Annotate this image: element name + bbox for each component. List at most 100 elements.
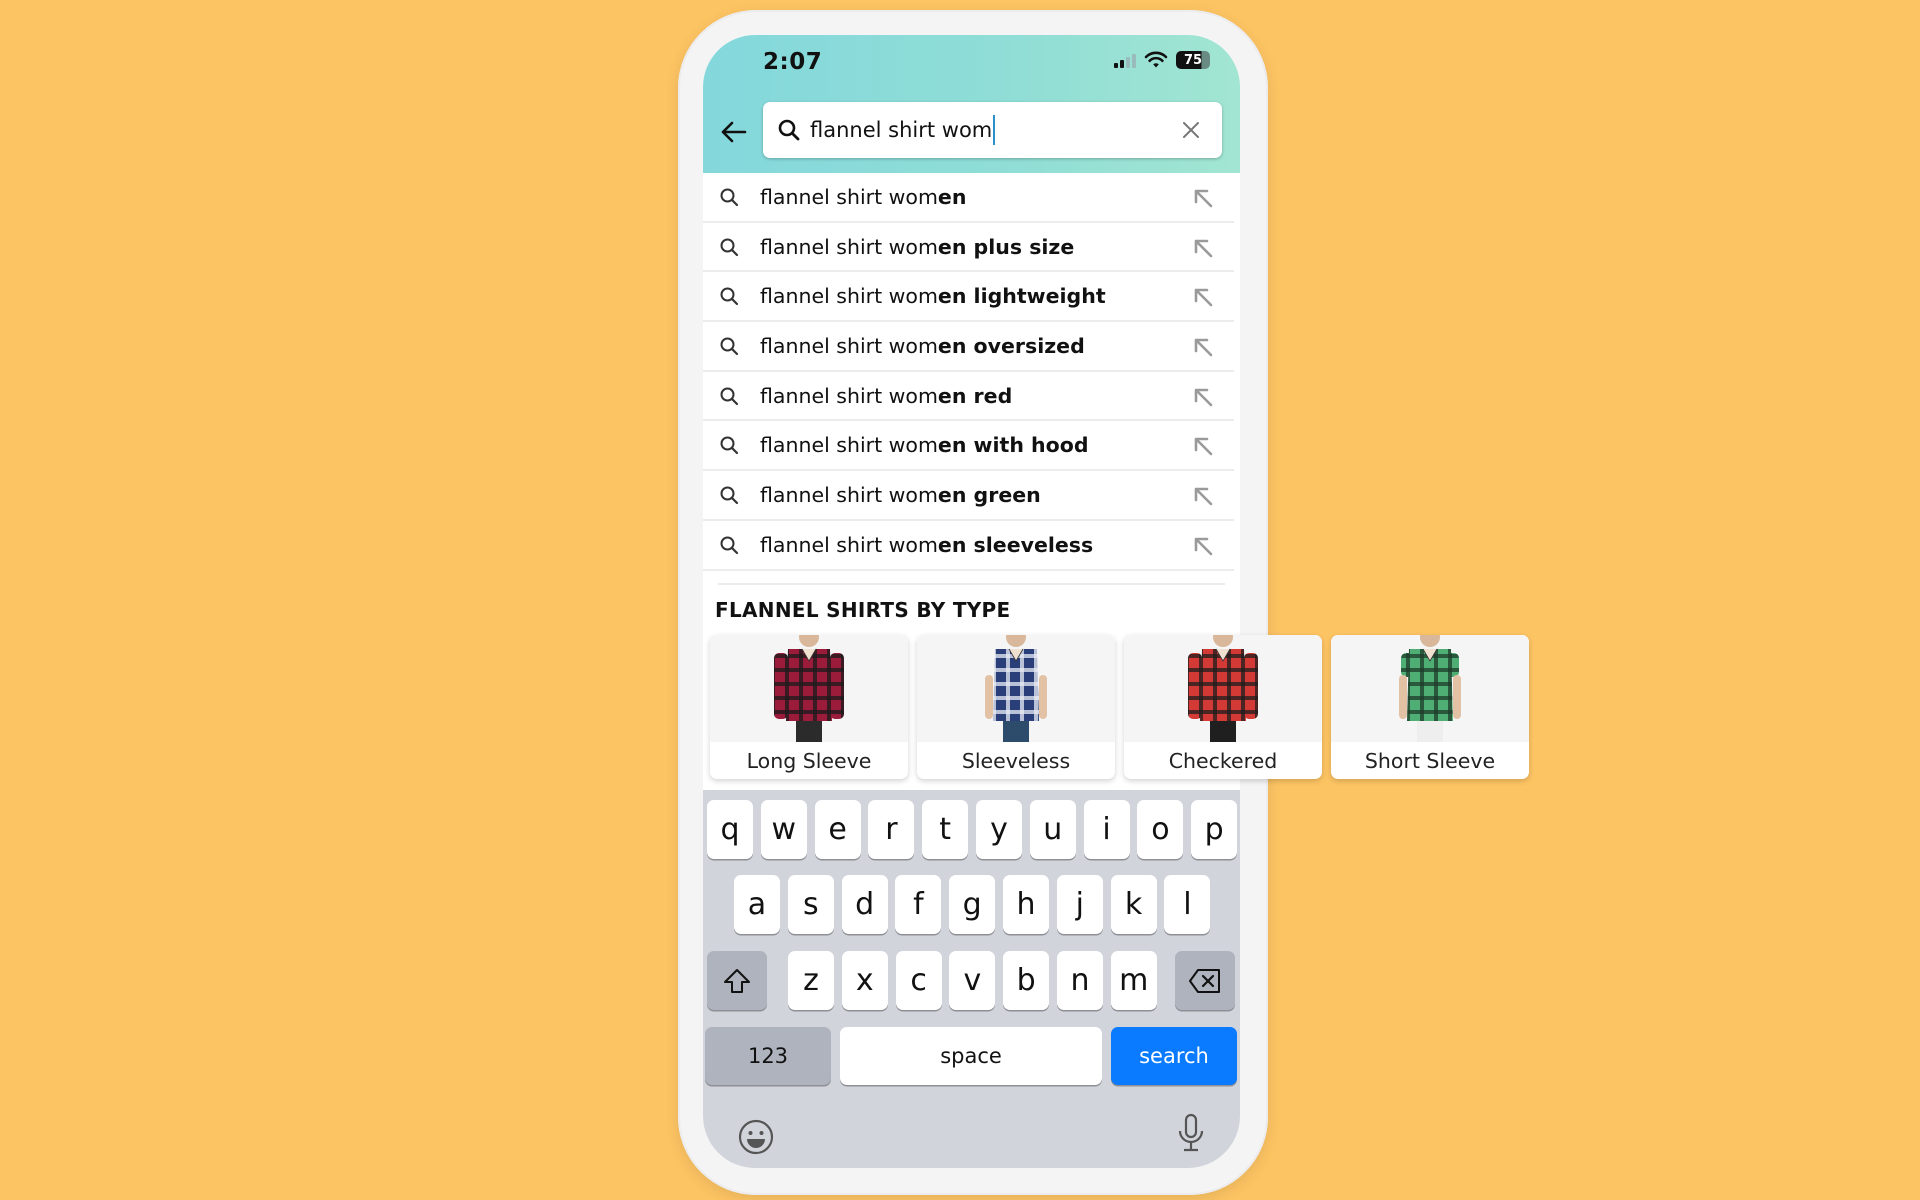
- text-caret: [993, 115, 996, 145]
- category-image: [1331, 635, 1529, 742]
- status-time: 2:07: [763, 49, 823, 75]
- section-title: FLANNEL SHIRTS BY TYPE: [715, 598, 1011, 622]
- suggestion-item[interactable]: flannel shirt women sleeveless: [703, 521, 1234, 571]
- key-p[interactable]: p: [1191, 800, 1238, 859]
- backspace-icon: [1189, 968, 1220, 993]
- suggestion-item[interactable]: flannel shirt women plus size: [703, 223, 1234, 273]
- emoji-button[interactable]: [737, 1118, 775, 1160]
- clear-search-button[interactable]: [1178, 117, 1204, 143]
- suggestion-item[interactable]: flannel shirt women with hood: [703, 421, 1234, 472]
- battery-icon: 75: [1176, 51, 1210, 69]
- key-d[interactable]: d: [841, 875, 888, 934]
- key-m[interactable]: m: [1110, 951, 1157, 1010]
- key-i[interactable]: i: [1083, 800, 1130, 859]
- key-t[interactable]: t: [922, 800, 969, 859]
- suggestion-text: flannel shirt women sleeveless: [760, 532, 1094, 557]
- suggestion-text: flannel shirt women with hood: [760, 433, 1089, 458]
- key-l[interactable]: l: [1164, 875, 1211, 934]
- key-e[interactable]: e: [814, 800, 861, 859]
- key-w[interactable]: w: [760, 800, 807, 859]
- category-card[interactable]: Short Sleeve: [1331, 635, 1529, 779]
- suggestion-item[interactable]: flannel shirt women red: [703, 372, 1234, 422]
- fill-query-arrow-icon[interactable]: [1190, 284, 1216, 310]
- cellular-signal-icon: [1114, 52, 1136, 68]
- key-z[interactable]: z: [788, 951, 834, 1010]
- suggestion-text: flannel shirt women green: [760, 482, 1041, 507]
- fill-query-arrow-icon[interactable]: [1190, 483, 1216, 509]
- search-icon: [720, 337, 739, 356]
- fill-query-arrow-icon[interactable]: [1190, 185, 1216, 211]
- wifi-icon: [1144, 51, 1168, 68]
- category-carousel: Long Sleeve Sleeveless Checkered Short S…: [710, 635, 1540, 780]
- key-r[interactable]: r: [868, 800, 915, 859]
- key-j[interactable]: j: [1056, 875, 1103, 934]
- space-key[interactable]: space: [840, 1027, 1102, 1085]
- suggestion-text: flannel shirt women oversized: [760, 333, 1085, 358]
- search-icon: [720, 238, 739, 256]
- suggestion-list-divider: [718, 571, 1225, 585]
- suggestion-item[interactable]: flannel shirt women: [703, 173, 1234, 223]
- search-icon: [720, 387, 739, 405]
- search-field[interactable]: flannel shirt wom: [763, 102, 1222, 158]
- search-input[interactable]: flannel shirt wom: [810, 115, 996, 145]
- key-q[interactable]: q: [707, 800, 753, 859]
- category-label: Sleeveless: [961, 749, 1071, 773]
- key-g[interactable]: g: [949, 875, 996, 934]
- key-a[interactable]: a: [734, 875, 780, 934]
- fill-query-arrow-icon[interactable]: [1190, 235, 1216, 261]
- fill-query-arrow-icon[interactable]: [1190, 533, 1216, 559]
- suggestion-text: flannel shirt women: [760, 184, 967, 209]
- emoji-icon: [738, 1119, 774, 1155]
- key-v[interactable]: v: [949, 951, 996, 1010]
- keyboard: q w e r t y u i o p a s d f g h j k l z x c v b n m 123 space search: [703, 790, 1240, 1168]
- shift-key[interactable]: [707, 951, 767, 1010]
- search-icon: [720, 436, 739, 455]
- key-s[interactable]: s: [787, 875, 834, 934]
- category-label: Checkered: [1168, 749, 1278, 773]
- category-label: Short Sleeve: [1364, 749, 1496, 773]
- close-icon: [1183, 122, 1199, 138]
- category-label: Long Sleeve: [746, 749, 872, 773]
- key-n[interactable]: n: [1057, 951, 1103, 1010]
- suggestion-item[interactable]: flannel shirt women green: [703, 471, 1234, 521]
- category-card[interactable]: Checkered: [1124, 635, 1322, 779]
- suggestion-item[interactable]: flannel shirt women oversized: [703, 322, 1234, 372]
- suggestion-text: flannel shirt women plus size: [760, 234, 1075, 259]
- arrow-left-icon: [721, 121, 747, 143]
- key-c[interactable]: c: [895, 951, 942, 1010]
- key-k[interactable]: k: [1110, 875, 1157, 934]
- key-h[interactable]: h: [1003, 875, 1049, 934]
- key-x[interactable]: x: [841, 951, 888, 1010]
- fill-query-arrow-icon[interactable]: [1190, 384, 1216, 410]
- search-icon: [720, 188, 739, 207]
- microphone-icon: [1178, 1113, 1204, 1152]
- search-icon: [720, 536, 739, 554]
- suggestion-item[interactable]: flannel shirt women lightweight: [703, 272, 1234, 323]
- key-b[interactable]: b: [1003, 951, 1050, 1010]
- key-y[interactable]: y: [976, 800, 1022, 859]
- search-header: 2:07 75 flannel shirt wom: [703, 35, 1240, 173]
- key-u[interactable]: u: [1029, 800, 1076, 859]
- key-f[interactable]: f: [895, 875, 942, 934]
- suggestion-text: flannel shirt women lightweight: [760, 284, 1106, 309]
- category-image: [917, 635, 1115, 742]
- delete-key[interactable]: [1175, 951, 1235, 1010]
- fill-query-arrow-icon[interactable]: [1190, 334, 1216, 360]
- category-image: [1124, 635, 1322, 742]
- category-image: [710, 635, 908, 742]
- category-card[interactable]: Long Sleeve: [710, 635, 908, 779]
- search-icon: [776, 117, 802, 143]
- key-o[interactable]: o: [1137, 800, 1184, 859]
- dictation-button[interactable]: [1176, 1112, 1206, 1158]
- search-key[interactable]: search: [1111, 1027, 1237, 1085]
- phone-screen: 2:07 75 flannel shirt wom flannel shirt …: [703, 35, 1240, 1168]
- fill-query-arrow-icon[interactable]: [1190, 433, 1216, 459]
- search-icon: [720, 287, 739, 306]
- search-input-value: flannel shirt wom: [810, 118, 993, 142]
- shift-icon: [724, 968, 750, 993]
- category-card[interactable]: Sleeveless: [917, 635, 1115, 779]
- suggestion-text: flannel shirt women red: [760, 383, 1013, 408]
- numbers-key[interactable]: 123: [705, 1027, 831, 1085]
- back-button[interactable]: [713, 115, 753, 149]
- search-icon: [720, 486, 739, 505]
